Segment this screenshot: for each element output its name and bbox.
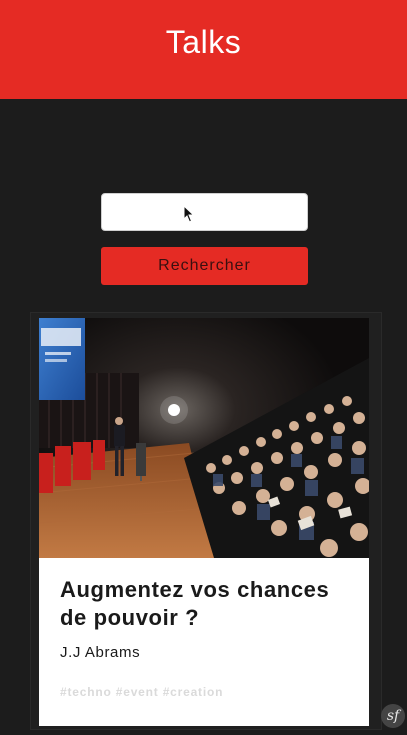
mouse-cursor-icon: [183, 205, 195, 223]
page-title: Talks: [165, 24, 242, 60]
symfony-icon[interactable]: sf: [381, 704, 405, 728]
talk-tags: #techno #event #creation: [60, 685, 224, 699]
search-button[interactable]: Rechercher: [101, 247, 308, 285]
talk-speaker: J.J Abrams: [60, 644, 141, 661]
talk-card[interactable]: Augmentez vos chances de pouvoir ? J.J A…: [39, 318, 369, 726]
talk-title[interactable]: Augmentez vos chances de pouvoir ?: [60, 576, 348, 632]
search-input[interactable]: [101, 193, 308, 231]
app-header: Talks: [0, 0, 407, 99]
talk-thumbnail-image[interactable]: [39, 318, 369, 558]
